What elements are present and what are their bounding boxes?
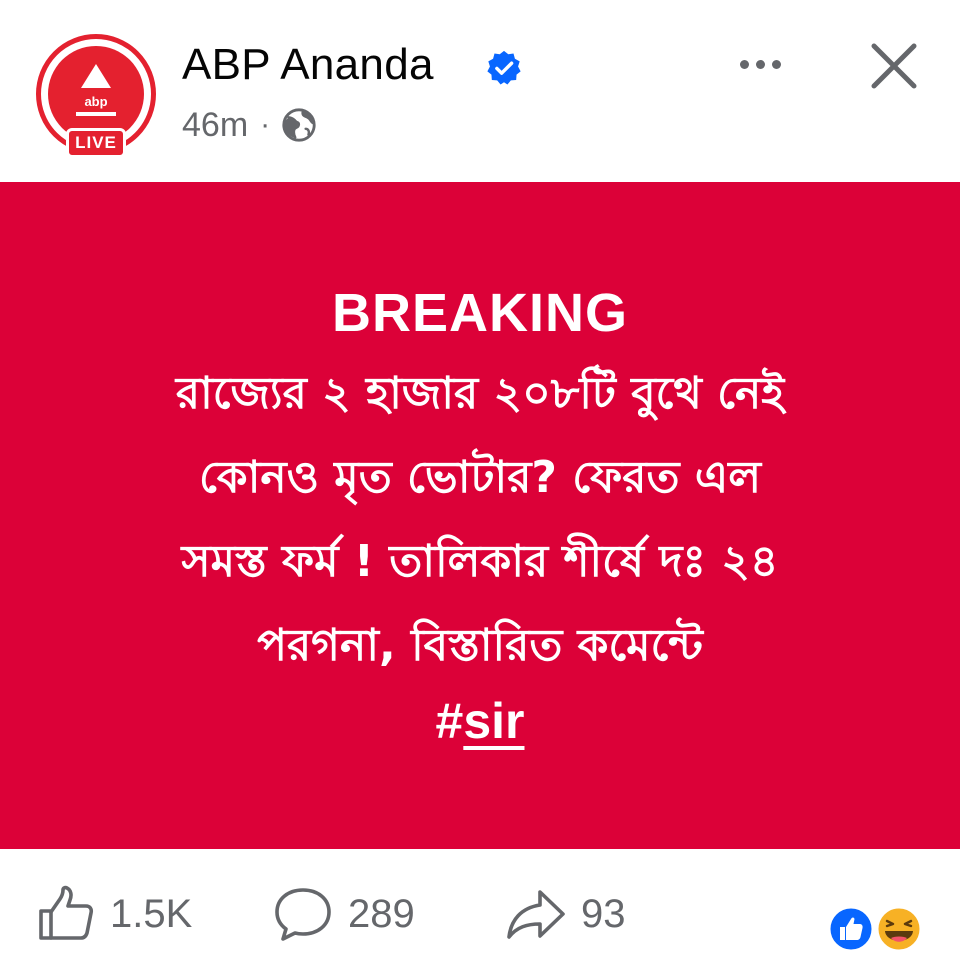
more-dot [739, 59, 749, 69]
page-name[interactable]: ABP Ananda [182, 40, 434, 90]
post-text-line: কোনও মৃত ভোটার? ফেরত এল [198, 451, 762, 503]
share-button[interactable]: 93 [505, 882, 626, 946]
share-count: 93 [581, 891, 626, 936]
more-options-icon[interactable] [730, 44, 790, 84]
hashtag: #sir [436, 692, 525, 750]
comment-button[interactable]: 289 [272, 882, 415, 946]
logo-sub-lines [76, 112, 116, 116]
haha-reaction-icon [875, 905, 923, 953]
action-bar: 1.5K 289 93 [0, 849, 960, 965]
post-text-line: রাজ্যের ২ হাজার ২০৮টি বুথে নেই [175, 367, 785, 419]
hashtag-prefix: # [435, 692, 464, 749]
verified-badge-icon [487, 50, 521, 85]
hashtag-text: sir [463, 692, 525, 749]
comment-bubble-icon [275, 888, 331, 941]
like-button[interactable]: 1.5K [36, 882, 192, 946]
logo-triangle-icon [81, 64, 111, 88]
post-image-card[interactable]: BREAKING রাজ্যের ২ হাজার ২০৮টি বুথে নেই … [0, 182, 960, 849]
share-arrow-icon [507, 890, 565, 939]
like-reaction-icon [827, 905, 875, 953]
post-header: abp LIVE ABP Ananda 46m · [0, 0, 960, 182]
post-text-line: সমস্ত ফর্ম ! তালিকার শীর্ষে দঃ ২৪ [181, 535, 779, 587]
globe-icon[interactable] [280, 106, 318, 144]
comment-count: 289 [348, 891, 415, 936]
post-text-line: পরগনা, বিস্তারিত কমেন্টে [257, 619, 703, 671]
logo-brand-text: abp [84, 94, 108, 109]
post-text-block: রাজ্যের ২ হাজার ২০৮টি বুথে নেই কোনও মৃত … [176, 352, 784, 688]
live-badge: LIVE [66, 128, 126, 158]
breaking-headline: BREAKING [331, 282, 628, 343]
close-icon[interactable] [866, 38, 922, 94]
like-count: 1.5K [110, 891, 193, 936]
post-meta: 46m · [182, 104, 318, 146]
more-dot [771, 59, 781, 69]
post-timestamp[interactable]: 46m [182, 106, 248, 145]
meta-separator: · [260, 108, 271, 141]
thumbs-up-icon [39, 885, 94, 940]
reaction-summary[interactable] [827, 904, 927, 954]
more-dot [755, 59, 765, 69]
page-avatar[interactable]: abp LIVE [36, 34, 156, 160]
